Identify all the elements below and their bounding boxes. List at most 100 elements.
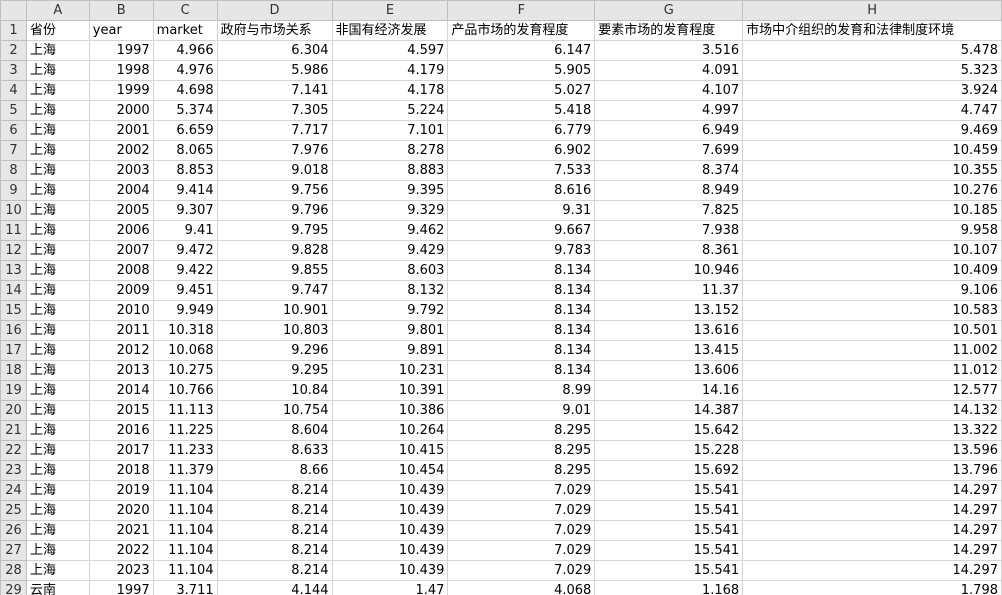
- cell-h[interactable]: 4.747: [742, 100, 1002, 121]
- cell-f[interactable]: 8.134: [447, 300, 596, 321]
- cell-g[interactable]: 15.228: [594, 440, 744, 461]
- cell-b[interactable]: 2012: [88, 340, 154, 361]
- cell-d[interactable]: 8.214: [216, 480, 333, 501]
- cell-d[interactable]: 9.855: [216, 260, 333, 281]
- cell-c[interactable]: 9.41: [152, 220, 218, 241]
- cell-h[interactable]: 10.107: [742, 240, 1002, 261]
- cell-a[interactable]: 上海: [25, 120, 90, 141]
- cell-a[interactable]: 上海: [25, 80, 90, 101]
- cell-b[interactable]: 2019: [88, 480, 154, 501]
- cell-d[interactable]: 9.747: [216, 280, 333, 301]
- row-header[interactable]: 7: [0, 140, 27, 161]
- cell-a[interactable]: 上海: [25, 200, 90, 221]
- cell-e[interactable]: 8.278: [331, 140, 449, 161]
- cell-a[interactable]: 上海: [25, 140, 90, 161]
- cell-a[interactable]: 上海: [25, 300, 90, 321]
- cell-g[interactable]: 13.606: [594, 360, 744, 381]
- column-header-a[interactable]: A: [25, 0, 90, 21]
- cell-h[interactable]: 14.297: [742, 500, 1002, 521]
- cell-e[interactable]: 4.179: [331, 60, 449, 81]
- cell-h[interactable]: 10.276: [742, 180, 1002, 201]
- cell-d[interactable]: 8.214: [216, 560, 333, 581]
- cell-f[interactable]: 8.134: [447, 260, 596, 281]
- cell-a[interactable]: 上海: [25, 180, 90, 201]
- cell-c[interactable]: 11.379: [152, 460, 218, 481]
- cell-h[interactable]: 11.012: [742, 360, 1002, 381]
- cell-f[interactable]: 8.295: [447, 460, 596, 481]
- cell-e[interactable]: 10.439: [331, 540, 449, 561]
- cell-g[interactable]: 14.387: [594, 400, 744, 421]
- cell-d[interactable]: 8.66: [216, 460, 333, 481]
- cell-e[interactable]: 8.883: [331, 160, 449, 181]
- cell-c[interactable]: 11.104: [152, 480, 218, 501]
- cell-e[interactable]: 9.792: [331, 300, 449, 321]
- cell-g[interactable]: 7.699: [594, 140, 744, 161]
- cell-a[interactable]: 上海: [25, 280, 90, 301]
- cell-g[interactable]: 15.541: [594, 560, 744, 581]
- cell-a[interactable]: 云南: [25, 580, 90, 595]
- cell-a[interactable]: 上海: [25, 160, 90, 181]
- cell-f[interactable]: 8.134: [447, 360, 596, 381]
- cell-e[interactable]: 8.603: [331, 260, 449, 281]
- cell-f[interactable]: 9.31: [447, 200, 596, 221]
- cell-b[interactable]: 2023: [88, 560, 154, 581]
- cell-g[interactable]: 13.415: [594, 340, 744, 361]
- cell-c[interactable]: 5.374: [152, 100, 218, 121]
- cell-a[interactable]: 上海: [25, 240, 90, 261]
- cell-c[interactable]: 8.065: [152, 140, 218, 161]
- cell-d[interactable]: 9.756: [216, 180, 333, 201]
- cell-b[interactable]: 2014: [88, 380, 154, 401]
- cell-e[interactable]: 4.597: [331, 40, 449, 61]
- cell-f1-header[interactable]: 产品市场的发育程度: [447, 20, 596, 41]
- cell-c[interactable]: 10.275: [152, 360, 218, 381]
- cell-b[interactable]: 2009: [88, 280, 154, 301]
- column-header-d[interactable]: D: [216, 0, 333, 21]
- cell-e[interactable]: 9.395: [331, 180, 449, 201]
- cell-f[interactable]: 8.99: [447, 380, 596, 401]
- cell-g[interactable]: 15.541: [594, 480, 744, 501]
- cell-g[interactable]: 15.692: [594, 460, 744, 481]
- cell-g[interactable]: 3.516: [594, 40, 744, 61]
- cell-a[interactable]: 上海: [25, 560, 90, 581]
- cell-a1-province-header[interactable]: 省份: [25, 20, 90, 41]
- cell-c[interactable]: 11.233: [152, 440, 218, 461]
- cell-g[interactable]: 4.091: [594, 60, 744, 81]
- cell-e[interactable]: 8.132: [331, 280, 449, 301]
- cell-g[interactable]: 13.152: [594, 300, 744, 321]
- cell-e[interactable]: 5.224: [331, 100, 449, 121]
- cell-b[interactable]: 2015: [88, 400, 154, 421]
- cell-e[interactable]: 1.47: [331, 580, 449, 595]
- cell-f[interactable]: 6.902: [447, 140, 596, 161]
- cell-f[interactable]: 8.134: [447, 340, 596, 361]
- cell-h[interactable]: 9.958: [742, 220, 1002, 241]
- cell-h1-header[interactable]: 市场中介组织的发育和法律制度环境: [742, 20, 1002, 41]
- cell-f[interactable]: 6.779: [447, 120, 596, 141]
- cell-g[interactable]: 14.16: [594, 380, 744, 401]
- cell-d[interactable]: 7.717: [216, 120, 333, 141]
- cell-f[interactable]: 7.029: [447, 520, 596, 541]
- cell-d[interactable]: 5.986: [216, 60, 333, 81]
- cell-h[interactable]: 3.924: [742, 80, 1002, 101]
- cell-g[interactable]: 7.938: [594, 220, 744, 241]
- cell-e[interactable]: 10.264: [331, 420, 449, 441]
- row-header[interactable]: 3: [0, 60, 27, 81]
- column-header-c[interactable]: C: [152, 0, 218, 21]
- cell-e[interactable]: 9.329: [331, 200, 449, 221]
- cell-e[interactable]: 7.101: [331, 120, 449, 141]
- cell-d[interactable]: 9.296: [216, 340, 333, 361]
- cell-g[interactable]: 4.107: [594, 80, 744, 101]
- cell-h[interactable]: 14.297: [742, 560, 1002, 581]
- cell-d[interactable]: 9.828: [216, 240, 333, 261]
- column-header-f[interactable]: F: [447, 0, 596, 21]
- cell-c[interactable]: 9.414: [152, 180, 218, 201]
- row-header[interactable]: 17: [0, 340, 27, 361]
- cell-a[interactable]: 上海: [25, 420, 90, 441]
- row-header[interactable]: 28: [0, 560, 27, 581]
- cell-h[interactable]: 14.297: [742, 480, 1002, 501]
- cell-f[interactable]: 7.029: [447, 560, 596, 581]
- cell-e1-header[interactable]: 非国有经济发展: [331, 20, 449, 41]
- cell-h[interactable]: 9.469: [742, 120, 1002, 141]
- column-header-e[interactable]: E: [331, 0, 449, 21]
- row-header[interactable]: 16: [0, 320, 27, 341]
- cell-h[interactable]: 14.297: [742, 520, 1002, 541]
